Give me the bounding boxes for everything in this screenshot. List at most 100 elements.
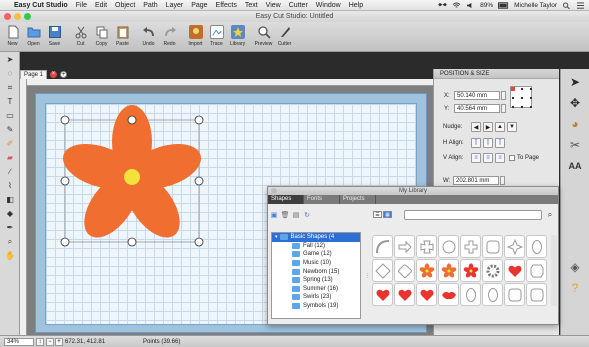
align-top-icon[interactable]: ≡ bbox=[471, 153, 481, 163]
menu-file[interactable]: File bbox=[76, 2, 87, 9]
zoom-tool-icon[interactable]: ⌕ bbox=[3, 235, 17, 248]
nudge-left-button[interactable]: ◀ bbox=[471, 122, 481, 132]
close-library-icon[interactable] bbox=[271, 188, 277, 194]
y-position-field[interactable]: 40.564 mm bbox=[454, 104, 500, 113]
y-stepper[interactable] bbox=[501, 104, 506, 113]
battery-icon[interactable] bbox=[498, 2, 509, 9]
heart-red-shape[interactable] bbox=[394, 283, 415, 306]
eraser-tool-icon[interactable]: ▰ bbox=[3, 151, 17, 164]
tree-item-game[interactable]: Game (12) bbox=[272, 250, 360, 259]
spotlight-icon[interactable] bbox=[562, 2, 571, 9]
undo-button[interactable]: Undo bbox=[139, 22, 158, 51]
tree-item-spring[interactable]: Spring (13) bbox=[272, 276, 360, 285]
gear-shape[interactable] bbox=[482, 259, 503, 282]
rounded-square-shape[interactable] bbox=[504, 283, 525, 306]
refresh-icon[interactable]: ↻ bbox=[303, 211, 311, 219]
menu-path[interactable]: Path bbox=[143, 2, 157, 9]
diamond-rounded-shape[interactable] bbox=[394, 259, 415, 282]
badge-outline-shape[interactable] bbox=[526, 259, 547, 282]
flower-orange-shape[interactable] bbox=[438, 259, 459, 282]
eyedropper-tool-icon[interactable]: ⌇ bbox=[3, 179, 17, 192]
zoom-window-icon[interactable] bbox=[24, 13, 31, 20]
edit-folder-icon[interactable]: ▤ bbox=[292, 211, 300, 219]
menu-object[interactable]: Object bbox=[115, 2, 135, 9]
tree-item-summer[interactable]: Summer (16) bbox=[272, 285, 360, 294]
lips-red-shape[interactable] bbox=[438, 283, 459, 306]
tree-item-music[interactable]: Music (10) bbox=[272, 259, 360, 268]
brush-tool-icon[interactable]: ✐ bbox=[3, 137, 17, 150]
palette-inspector-icon[interactable]: ◕ bbox=[566, 116, 584, 132]
align-center-icon[interactable]: ⫿ bbox=[483, 138, 493, 148]
star-four-point-shape[interactable] bbox=[504, 235, 525, 258]
tree-item-newborn[interactable]: Newborn (15) bbox=[272, 267, 360, 276]
new-button[interactable]: New bbox=[3, 22, 22, 51]
paste-button[interactable]: Paste bbox=[113, 22, 132, 51]
tab-projects[interactable]: Projects bbox=[340, 195, 376, 204]
redo-button[interactable]: Redo bbox=[160, 22, 179, 51]
text-inspector-icon[interactable]: AA bbox=[566, 158, 584, 174]
zoom-out-button[interactable]: − bbox=[46, 338, 54, 346]
rounded-square-shape[interactable] bbox=[482, 235, 503, 258]
copy-button[interactable]: Copy bbox=[92, 22, 111, 51]
text-tool-icon[interactable]: T bbox=[3, 95, 17, 108]
menu-effects[interactable]: Effects bbox=[216, 2, 237, 9]
preview-button[interactable]: Preview bbox=[254, 22, 273, 51]
rectangle-tool-icon[interactable]: ▭ bbox=[3, 109, 17, 122]
close-window-icon[interactable] bbox=[4, 13, 11, 20]
minimize-window-icon[interactable] bbox=[14, 13, 21, 20]
tree-item-swirls[interactable]: Swirls (23) bbox=[272, 293, 360, 302]
shapes-scrollbar[interactable] bbox=[551, 235, 557, 306]
open-button[interactable]: Open bbox=[24, 22, 43, 51]
arrow-outline-shape[interactable] bbox=[394, 235, 415, 258]
tab-shapes[interactable]: Shapes bbox=[268, 195, 304, 204]
heart-red-shape[interactable] bbox=[504, 259, 525, 282]
close-tab-icon[interactable]: × bbox=[50, 71, 58, 78]
tab-fonts[interactable]: Fonts bbox=[304, 195, 340, 204]
width-field[interactable]: 202.801 mm bbox=[453, 176, 499, 185]
menu-view[interactable]: View bbox=[266, 2, 281, 9]
menu-layer[interactable]: Layer bbox=[166, 2, 184, 9]
to-page-checkbox[interactable] bbox=[509, 155, 515, 161]
flower-red-shape[interactable] bbox=[460, 259, 481, 282]
align-middle-icon[interactable]: ≡ bbox=[483, 153, 493, 163]
nudge-right-button[interactable]: ▶ bbox=[483, 122, 493, 132]
app-menu[interactable]: Easy Cut Studio bbox=[14, 2, 68, 9]
heart-red-shape[interactable] bbox=[372, 283, 393, 306]
oval-outline-shape[interactable] bbox=[460, 283, 481, 306]
hand-tool-icon[interactable]: ✋ bbox=[3, 249, 17, 262]
help-inspector-icon[interactable]: ? bbox=[566, 280, 584, 296]
library-button[interactable]: Library bbox=[228, 22, 247, 51]
rounded-arc-shape[interactable] bbox=[372, 235, 393, 258]
menu-window[interactable]: Window bbox=[316, 2, 341, 9]
align-bottom-icon[interactable]: ≡ bbox=[495, 153, 505, 163]
zoom-field[interactable]: 34% bbox=[4, 338, 34, 346]
user-name[interactable]: Michelle Taylor bbox=[514, 2, 557, 9]
new-folder-icon[interactable]: ▣ bbox=[270, 211, 278, 219]
pencil-tool-icon[interactable]: ✎ bbox=[3, 123, 17, 136]
grid-view-icon[interactable]: ▦ bbox=[383, 211, 392, 218]
rounded-square-shape[interactable] bbox=[526, 283, 547, 306]
tree-item-fall[interactable]: Fall (12) bbox=[272, 242, 360, 251]
tree-scrollbar[interactable] bbox=[360, 233, 361, 319]
tab-page-1[interactable]: Page 1 bbox=[20, 70, 48, 79]
trace-button[interactable]: Trace bbox=[207, 22, 226, 51]
search-icon[interactable]: ⌕ bbox=[545, 210, 555, 220]
oval-outline-shape[interactable] bbox=[526, 235, 547, 258]
align-right-icon[interactable]: ⫿ bbox=[495, 138, 505, 148]
pointer-tool-icon[interactable]: ➤ bbox=[3, 53, 17, 66]
node-edit-tool-icon[interactable]: ◌ bbox=[3, 67, 17, 80]
knife-tool-icon[interactable]: ∕ bbox=[3, 165, 17, 178]
heart-red-shape[interactable] bbox=[416, 283, 437, 306]
list-view-icon[interactable]: ☰ bbox=[373, 211, 382, 218]
cursor-inspector-icon[interactable]: ➤ bbox=[566, 74, 584, 90]
crop-tool-icon[interactable]: ⌗ bbox=[3, 81, 17, 94]
nudge-down-button[interactable]: ▼ bbox=[507, 122, 517, 132]
cut-button[interactable]: Cut bbox=[71, 22, 90, 51]
circle-outline-shape[interactable] bbox=[438, 235, 459, 258]
trash-icon[interactable]: 🗑 bbox=[281, 211, 290, 219]
cross-outline-shape[interactable] bbox=[416, 235, 437, 258]
menu-edit[interactable]: Edit bbox=[95, 2, 107, 9]
wifi-icon[interactable] bbox=[452, 2, 461, 9]
width-stepper[interactable] bbox=[500, 176, 505, 185]
menu-page[interactable]: Page bbox=[191, 2, 207, 9]
